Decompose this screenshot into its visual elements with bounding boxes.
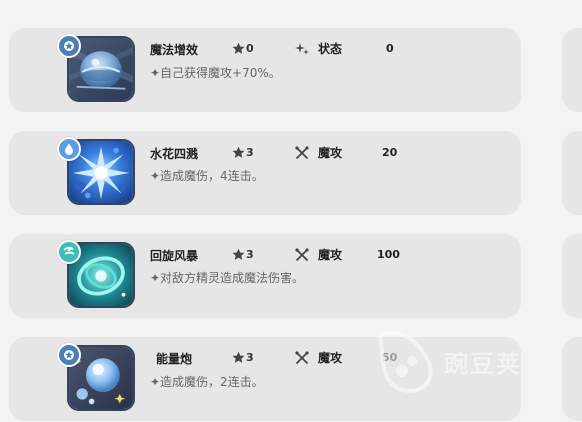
- adjacent-card[interactable]: [562, 131, 582, 215]
- magic-type-icon: [57, 34, 81, 58]
- skill-icon-frame: [57, 137, 135, 207]
- skill-card[interactable]: 水花四溅 3 魔攻 20 ✦造成魔伤，4连击。: [9, 131, 521, 215]
- skill-card[interactable]: 回旋风暴 3 魔攻 100 ✦对敌方精灵造成魔法伤害。: [9, 234, 521, 318]
- skill-category: 魔攻: [295, 349, 342, 366]
- watermark: 豌豆荚: [372, 325, 522, 397]
- adjacent-card[interactable]: [562, 337, 582, 421]
- star-icon: [232, 351, 245, 363]
- skill-icon-frame: [57, 240, 135, 310]
- star-icon: [232, 42, 245, 54]
- crossed-wands-icon: [295, 350, 309, 364]
- skill-stars: 3: [232, 248, 254, 261]
- skill-power: 20: [382, 146, 398, 159]
- crossed-wands-icon: [295, 145, 309, 159]
- skill-category: 魔攻: [295, 144, 342, 161]
- category-label: 魔攻: [318, 248, 343, 262]
- skill-category: 魔攻: [295, 246, 342, 263]
- skill-description: ✦自己获得魔攻+70%。: [150, 66, 281, 80]
- skill-card[interactable]: 魔法增效 0 状态 0 ✦自己获得魔攻+70%。: [9, 28, 521, 112]
- skill-power: 0: [386, 42, 394, 55]
- skill-description: ✦对敌方精灵造成魔法伤害。: [150, 271, 305, 285]
- adjacent-card[interactable]: [562, 28, 582, 112]
- star-count: 3: [246, 248, 254, 261]
- skill-name: 魔法增效: [150, 43, 199, 57]
- category-label: 状态: [318, 42, 343, 56]
- skill-icon-frame: [57, 34, 135, 104]
- star-icon: [232, 248, 245, 260]
- water-type-icon: [57, 137, 81, 161]
- watermark-text: 豌豆荚: [444, 349, 522, 378]
- star-count: 3: [246, 146, 254, 159]
- skill-stars: 0: [232, 42, 254, 55]
- skill-description: ✦造成魔伤，2连击。: [150, 375, 264, 389]
- skill-name: 能量炮: [156, 352, 193, 366]
- skill-icon-frame: [57, 343, 135, 413]
- skill-stars: 3: [232, 351, 254, 364]
- star-count: 0: [246, 42, 254, 55]
- star-count: 3: [246, 351, 254, 364]
- magic-type-icon: [57, 343, 81, 367]
- skill-category: 状态: [295, 40, 342, 57]
- category-label: 魔攻: [318, 146, 343, 160]
- skill-stars: 3: [232, 146, 254, 159]
- skill-power: 100: [377, 248, 400, 261]
- wind-type-icon: [57, 240, 81, 264]
- skill-name: 回旋风暴: [150, 249, 199, 263]
- sparkle-icon: [295, 42, 309, 55]
- crossed-wands-icon: [295, 247, 309, 261]
- skill-description: ✦造成魔伤，4连击。: [150, 169, 264, 183]
- category-label: 魔攻: [318, 351, 343, 365]
- skill-name: 水花四溅: [150, 147, 199, 161]
- adjacent-card[interactable]: [562, 234, 582, 318]
- pea-pod-logo-icon: [377, 331, 433, 394]
- star-icon: [232, 146, 245, 158]
